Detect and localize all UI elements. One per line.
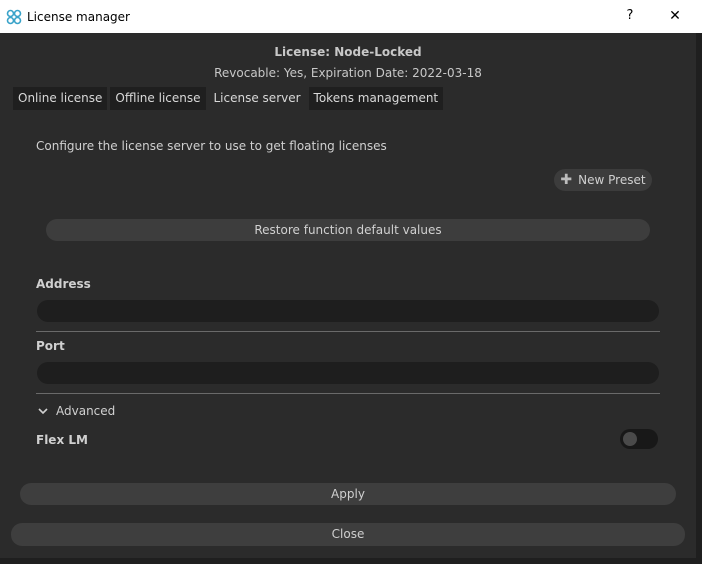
advanced-label: Advanced (56, 404, 116, 418)
license-type-title: License: Node-Locked (274, 45, 422, 59)
apply-button[interactable]: Apply (20, 483, 676, 505)
window-border-bottom (0, 558, 702, 564)
tab-license-server[interactable]: License server (208, 87, 306, 110)
license-details: Revocable: Yes, Expiration Date: 2022-03… (214, 66, 482, 80)
address-divider (36, 331, 660, 332)
plus-icon: ✚ (560, 172, 573, 188)
port-input[interactable] (37, 362, 659, 384)
chevron-down-icon (38, 408, 48, 415)
address-input[interactable] (37, 300, 659, 322)
title-bar: License manager ? ✕ (0, 0, 702, 33)
toggle-knob (623, 432, 637, 446)
tab-online-license[interactable]: Online license (13, 87, 108, 110)
app-logo-icon (6, 9, 22, 25)
window-title: License manager (27, 10, 130, 24)
new-preset-button[interactable]: ✚ New Preset (554, 169, 652, 191)
address-label: Address (36, 277, 91, 291)
flexlm-label: Flex LM (36, 433, 88, 447)
port-label: Port (36, 339, 65, 353)
new-preset-label: New Preset (578, 173, 646, 187)
help-button[interactable]: ? (620, 5, 640, 27)
restore-defaults-button[interactable]: Restore function default values (46, 219, 650, 241)
tab-tokens-management[interactable]: Tokens management (308, 87, 444, 110)
advanced-section-toggle[interactable]: Advanced (38, 404, 115, 418)
window-border-right (696, 33, 702, 564)
window-close-button[interactable]: ✕ (662, 5, 688, 27)
port-divider (36, 393, 660, 394)
flexlm-toggle[interactable] (620, 429, 658, 449)
tab-offline-license[interactable]: Offline license (110, 87, 206, 110)
tab-bar: Online license Offline license License s… (13, 87, 444, 110)
description-text: Configure the license server to use to g… (36, 139, 387, 153)
close-button[interactable]: Close (11, 523, 685, 546)
